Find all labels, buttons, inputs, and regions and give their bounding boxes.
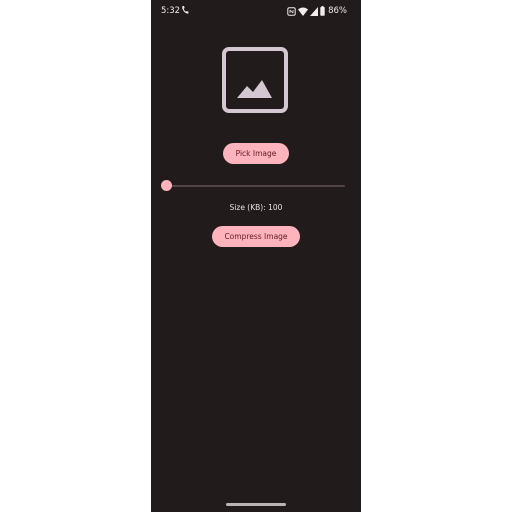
pick-image-button[interactable]: Pick Image — [223, 143, 289, 164]
size-slider[interactable] — [161, 178, 345, 194]
signal-icon — [310, 6, 319, 16]
gesture-nav-handle[interactable] — [226, 503, 286, 506]
slider-thumb[interactable] — [161, 180, 172, 191]
slider-track[interactable] — [167, 185, 345, 187]
nfc-icon — [287, 6, 296, 16]
status-icons: 86% — [287, 5, 347, 17]
phone-call-icon — [181, 5, 189, 15]
wifi-icon — [298, 7, 309, 16]
compress-image-button[interactable]: Compress Image — [212, 226, 300, 247]
battery-icon — [320, 6, 325, 16]
size-label: Size (KB): 100 — [229, 203, 283, 212]
image-preview — [221, 46, 289, 114]
battery-percent: 86% — [328, 6, 347, 16]
image-icon — [222, 47, 288, 113]
app-screen: 5:32 86% Pick Image Size (KB): 100 Compr… — [151, 0, 361, 512]
status-time: 5:32 — [161, 6, 181, 16]
status-bar: 5:32 86% — [151, 0, 361, 22]
